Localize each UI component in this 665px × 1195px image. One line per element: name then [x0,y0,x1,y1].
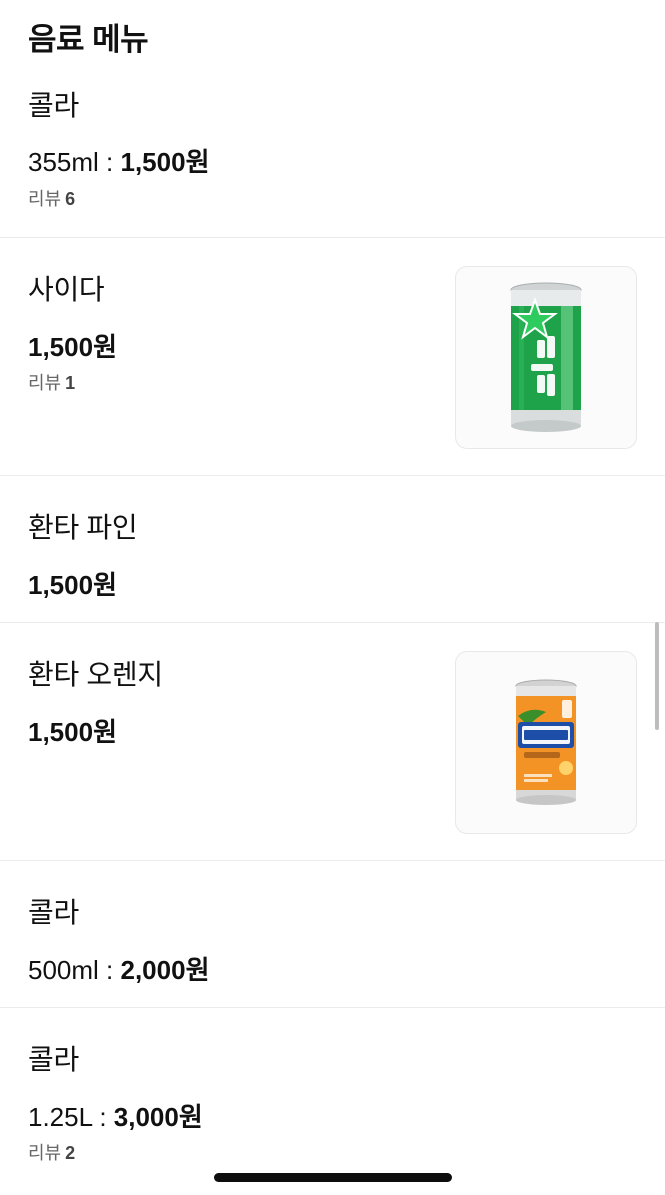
menu-item-fanta-orange[interactable]: 환타 오렌지 1,500원 [0,623,665,861]
home-indicator[interactable] [214,1173,452,1182]
price-value: 3,000원 [113,1102,203,1132]
item-name: 사이다 [28,274,105,305]
item-name: 콜라 [28,1044,79,1075]
review-label: 리뷰 [28,189,62,209]
price-separator: : [98,147,121,177]
item-name: 콜라 [28,90,79,121]
price-value: 1,500원 [28,717,117,747]
price-value: 1,500원 [28,570,117,600]
review-label: 리뷰 [28,1143,62,1163]
menu-item-cola-1.25l[interactable]: 콜라 1.25L : 3,000원 리뷰 2 [0,1008,665,1195]
item-name: 환타 파인 [28,512,138,543]
menu-item-cider[interactable]: 사이다 1,500원 리뷰 1 [0,238,665,476]
menu-item-cola-500ml[interactable]: 콜라 500ml : 2,000원 [0,861,665,1008]
item-price: 1.25L : 3,000원 [28,1097,203,1134]
sprite-can-image [510,282,582,432]
review-count: 2 [65,1143,76,1163]
review-summary: 리뷰 2 [28,1139,75,1165]
item-price: 1,500원 [28,327,117,364]
price-option: 355ml [28,147,99,177]
price-value: 1,500원 [120,147,210,177]
price-value: 1,500원 [28,332,117,362]
menu-item-fanta-pine[interactable]: 환타 파인 1,500원 [0,476,665,623]
menu-item-cola-355ml[interactable]: 콜라 355ml : 1,500원 리뷰 6 [0,68,665,238]
item-name: 콜라 [28,897,79,928]
price-separator: : [92,1102,114,1132]
review-summary: 리뷰 1 [28,369,75,395]
item-price: 1,500원 [28,712,117,749]
review-count: 6 [65,189,76,209]
item-thumbnail[interactable] [455,651,637,834]
price-value: 2,000원 [120,955,210,985]
review-label: 리뷰 [28,373,62,393]
review-count: 1 [65,373,76,393]
item-price: 355ml : 1,500원 [28,142,209,179]
item-price: 1,500원 [28,565,117,602]
scrollbar[interactable] [655,622,659,730]
review-summary: 리뷰 6 [28,185,75,211]
price-option: 500ml [28,955,99,985]
item-thumbnail[interactable] [455,266,637,449]
section-title: 음료 메뉴 [28,22,149,57]
price-separator: : [98,955,121,985]
item-price: 500ml : 2,000원 [28,950,209,987]
price-option: 1.25L [28,1102,93,1132]
item-name: 환타 오렌지 [28,659,163,690]
fanta-orange-can-image [515,679,577,805]
